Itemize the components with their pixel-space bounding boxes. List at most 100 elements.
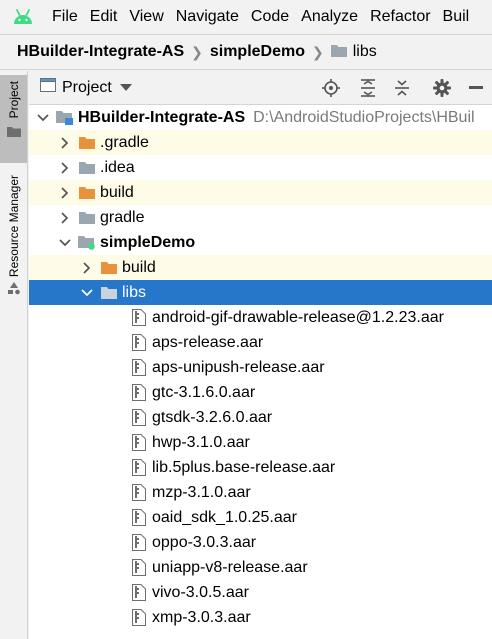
tree-file[interactable]: lib.5plus.base-release.aar bbox=[29, 455, 492, 480]
project-view-selector[interactable]: Project bbox=[40, 78, 132, 97]
archive-file-icon bbox=[130, 455, 148, 480]
tree-node-root[interactable]: HBuilder-Integrate-AS D:\AndroidStudioPr… bbox=[29, 105, 492, 130]
tree-file[interactable]: xmp-3.0.3.aar bbox=[29, 605, 492, 630]
tab-resource-manager-label: Resource Manager bbox=[6, 175, 21, 278]
archive-file-icon bbox=[130, 555, 148, 580]
tree-file-label: gtc-3.1.6.0.aar bbox=[152, 383, 256, 401]
chevron-down-icon bbox=[119, 79, 132, 97]
excluded-folder-icon bbox=[78, 130, 96, 155]
menu-analyze[interactable]: Analyze bbox=[295, 0, 364, 34]
tree-file[interactable]: oppo-3.0.3.aar bbox=[29, 530, 492, 555]
tree-node-gradle-dot[interactable]: .gradle bbox=[29, 130, 492, 155]
menu-refactor[interactable]: Refactor bbox=[364, 0, 436, 34]
resource-shapes-icon bbox=[7, 281, 21, 299]
project-tool-window: Project HBuilder-Integrate-AS D:\Android… bbox=[29, 71, 492, 639]
chevron-right-icon: ❯ bbox=[312, 43, 324, 60]
tab-project[interactable]: Project bbox=[0, 75, 27, 163]
tree-file-label: uniapp-v8-release.aar bbox=[152, 558, 308, 576]
project-folder-icon bbox=[56, 105, 74, 130]
tree-file[interactable]: gtsdk-3.2.6.0.aar bbox=[29, 405, 492, 430]
project-toolbar: Project bbox=[29, 71, 492, 105]
tree-file[interactable]: mzp-3.1.0.aar bbox=[29, 480, 492, 505]
archive-file-icon bbox=[130, 605, 148, 630]
settings-gear-icon[interactable] bbox=[431, 77, 453, 99]
menu-file[interactable]: File bbox=[46, 0, 84, 34]
tree-node-idea-label: .idea bbox=[100, 158, 135, 176]
folder-icon bbox=[330, 44, 347, 61]
tree-file-label: vivo-3.0.5.aar bbox=[152, 583, 249, 601]
chevron-right-icon[interactable] bbox=[58, 180, 72, 205]
menu-edit[interactable]: Edit bbox=[84, 0, 124, 34]
tree-node-module[interactable]: simpleDemo bbox=[29, 230, 492, 255]
project-view-label: Project bbox=[62, 78, 112, 96]
archive-file-icon bbox=[130, 580, 148, 605]
archive-file-icon bbox=[130, 505, 148, 530]
tree-node-idea[interactable]: .idea bbox=[29, 155, 492, 180]
tree-file[interactable]: android-gif-drawable-release@1.2.23.aar bbox=[29, 305, 492, 330]
archive-file-icon bbox=[130, 355, 148, 380]
menu-navigate[interactable]: Navigate bbox=[170, 0, 245, 34]
tree-file-label: oppo-3.0.3.aar bbox=[152, 533, 257, 551]
breadcrumb: HBuilder-Integrate-AS ❯ simpleDemo ❯ lib… bbox=[0, 34, 492, 70]
excluded-folder-icon bbox=[78, 180, 96, 205]
archive-file-icon bbox=[130, 305, 148, 330]
breadcrumb-project[interactable]: HBuilder-Integrate-AS bbox=[17, 43, 184, 61]
archive-file-icon bbox=[130, 530, 148, 555]
archive-file-icon bbox=[130, 480, 148, 505]
tree-node-build-label: build bbox=[100, 183, 134, 201]
tree-node-module-build-label: build bbox=[122, 258, 156, 276]
archive-file-icon bbox=[130, 380, 148, 405]
folder-icon bbox=[100, 280, 118, 305]
tree-file[interactable]: aps-release.aar bbox=[29, 330, 492, 355]
tree-file-label: android-gif-drawable-release@1.2.23.aar bbox=[152, 308, 444, 326]
breadcrumb-libs[interactable]: libs bbox=[353, 43, 377, 61]
project-view-icon bbox=[40, 78, 56, 97]
tree-file[interactable]: oaid_sdk_1.0.25.aar bbox=[29, 505, 492, 530]
tree-file[interactable]: hwp-3.1.0.aar bbox=[29, 430, 492, 455]
tree-file-label: oaid_sdk_1.0.25.aar bbox=[152, 508, 297, 526]
tree-file[interactable]: uniapp-v8-release.aar bbox=[29, 555, 492, 580]
excluded-folder-icon bbox=[100, 255, 118, 280]
tree-node-libs-label: libs bbox=[122, 283, 147, 301]
folder-icon bbox=[78, 205, 96, 230]
chevron-down-icon[interactable] bbox=[80, 280, 94, 305]
tab-resource-manager[interactable]: Resource Manager bbox=[0, 171, 27, 321]
menu-build[interactable]: Buil bbox=[437, 0, 476, 34]
tree-node-build[interactable]: build bbox=[29, 180, 492, 205]
tree-node-module-build[interactable]: build bbox=[29, 255, 492, 280]
tree-node-gradle[interactable]: gradle bbox=[29, 205, 492, 230]
android-icon bbox=[0, 0, 46, 34]
chevron-right-icon[interactable] bbox=[58, 155, 72, 180]
tree-file-label: gtsdk-3.2.6.0.aar bbox=[152, 408, 273, 426]
tree-file-label: hwp-3.1.0.aar bbox=[152, 433, 250, 451]
tree-file[interactable]: gtc-3.1.6.0.aar bbox=[29, 380, 492, 405]
chevron-down-icon[interactable] bbox=[58, 230, 72, 255]
collapse-all-icon[interactable] bbox=[391, 77, 413, 99]
project-tree: HBuilder-Integrate-AS D:\AndroidStudioPr… bbox=[29, 105, 492, 639]
folder-icon bbox=[78, 155, 96, 180]
module-folder-icon bbox=[78, 230, 96, 255]
tree-node-root-path: D:\AndroidStudioProjects\HBuil bbox=[253, 108, 475, 126]
chevron-right-icon[interactable] bbox=[58, 130, 72, 155]
chevron-right-icon: ❯ bbox=[191, 43, 203, 60]
archive-file-icon bbox=[130, 330, 148, 355]
menu-view[interactable]: View bbox=[123, 0, 169, 34]
locate-icon[interactable] bbox=[320, 77, 342, 99]
tree-node-root-label: HBuilder-Integrate-AS bbox=[78, 108, 246, 126]
menu-code[interactable]: Code bbox=[245, 0, 295, 34]
menu-bar: File Edit View Navigate Code Analyze Ref… bbox=[0, 0, 492, 34]
chevron-right-icon[interactable] bbox=[80, 255, 94, 280]
breadcrumb-module[interactable]: simpleDemo bbox=[210, 43, 305, 61]
tree-node-gradle-dot-label: .gradle bbox=[100, 133, 149, 151]
chevron-down-icon[interactable] bbox=[36, 105, 50, 130]
archive-file-icon bbox=[130, 405, 148, 430]
tree-file[interactable]: vivo-3.0.5.aar bbox=[29, 580, 492, 605]
tree-file-label: aps-release.aar bbox=[152, 333, 264, 351]
tab-project-label: Project bbox=[6, 81, 21, 119]
chevron-right-icon[interactable] bbox=[58, 205, 72, 230]
expand-all-icon[interactable] bbox=[357, 77, 379, 99]
hide-icon[interactable] bbox=[465, 77, 487, 99]
tree-node-libs[interactable]: libs bbox=[29, 280, 492, 305]
tree-file[interactable]: aps-unipush-release.aar bbox=[29, 355, 492, 380]
tree-file-label: mzp-3.1.0.aar bbox=[152, 483, 251, 501]
